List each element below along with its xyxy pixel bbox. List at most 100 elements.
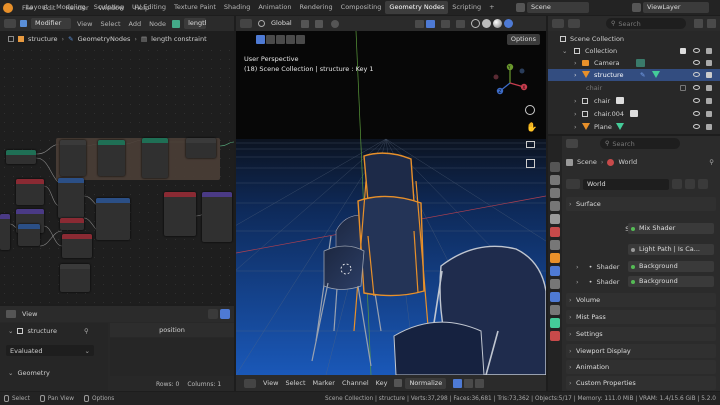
panel-mist-pass[interactable]: Mist Pass xyxy=(566,310,716,324)
camera-render-icon[interactable] xyxy=(706,72,712,78)
navigation-gizmo[interactable]: Y X Z xyxy=(490,61,530,101)
physics-tab-icon[interactable] xyxy=(550,292,560,302)
visibility-icon[interactable] xyxy=(415,19,424,28)
timeline-view-menu[interactable]: View xyxy=(263,379,278,387)
cursor-tool-icon[interactable] xyxy=(453,378,463,388)
menu-select[interactable]: Select xyxy=(98,18,122,31)
eye-icon[interactable] xyxy=(693,124,700,129)
node-mode-select[interactable]: Modifier xyxy=(31,18,71,29)
outliner-row-chair[interactable]: › chair xyxy=(548,95,720,107)
node-grey-2[interactable] xyxy=(186,138,216,158)
panel-custom-properties[interactable]: Custom Properties xyxy=(566,376,716,390)
node-editor[interactable]: Modifier View Select Add Node length str… xyxy=(0,16,234,304)
node-green-2[interactable] xyxy=(98,140,125,176)
node-group-select[interactable]: length xyxy=(184,18,207,29)
checkbox-icon[interactable] xyxy=(680,48,686,54)
pin-icon[interactable]: ⚲ xyxy=(84,327,89,335)
breadcrumb-modifier[interactable]: GeometryNodes xyxy=(78,35,131,43)
fake-user-icon[interactable] xyxy=(672,179,682,189)
outliner-row-structure[interactable]: › structure ✎ xyxy=(548,69,720,81)
scene-selector[interactable]: Scene xyxy=(527,2,589,13)
chevron-right-icon[interactable]: › xyxy=(576,263,579,271)
chevron-right-icon[interactable]: › xyxy=(574,69,577,81)
world-tab-icon[interactable] xyxy=(550,227,560,237)
timeline-key-menu[interactable]: Key xyxy=(376,379,388,387)
tab-compositing[interactable]: Compositing xyxy=(337,1,386,14)
shading-rendered-icon[interactable] xyxy=(504,19,513,28)
filter-icon[interactable] xyxy=(464,378,474,388)
node-purple-2[interactable] xyxy=(0,214,10,250)
node-canvas[interactable] xyxy=(0,46,234,304)
eye-icon[interactable] xyxy=(693,72,700,77)
tab-layout[interactable]: Layout xyxy=(22,1,52,14)
tab-sculpting[interactable]: Sculpting xyxy=(90,1,128,14)
geometry-section-label[interactable]: Geometry xyxy=(17,369,49,377)
breadcrumb-group[interactable]: length constraint xyxy=(151,35,207,43)
outliner[interactable]: ⚲ Search Scene Collection ⌄ Collection ›… xyxy=(548,16,720,134)
panel-volume[interactable]: Volume xyxy=(566,293,716,307)
editor-type-icon[interactable] xyxy=(4,19,16,28)
eye-icon[interactable] xyxy=(693,111,700,116)
pan-hand-icon[interactable]: ✋ xyxy=(526,123,537,133)
object-tab-icon[interactable] xyxy=(550,253,560,263)
eye-icon[interactable] xyxy=(693,98,700,103)
node-red-1[interactable] xyxy=(16,179,44,205)
camera-render-icon[interactable] xyxy=(706,111,712,117)
material-tab-icon[interactable] xyxy=(550,331,560,341)
select-subtract-icon[interactable] xyxy=(276,35,285,44)
tab-geometry-nodes[interactable]: Geometry Nodes xyxy=(385,1,449,14)
chevron-right-icon[interactable]: › xyxy=(574,95,577,107)
outliner-row-collection[interactable]: ⌄ Collection xyxy=(548,45,720,57)
properties-editor[interactable]: ⚲ Search Scene › World ⚲ World Surface S… xyxy=(548,136,720,391)
node-red-3[interactable] xyxy=(62,234,92,258)
options-button[interactable]: Options xyxy=(506,34,540,45)
proportional-icon[interactable] xyxy=(331,19,339,28)
tab-uv-editing[interactable]: UV Editing xyxy=(128,1,170,14)
chevron-right-icon[interactable]: › xyxy=(574,57,577,69)
select-extend-icon[interactable] xyxy=(266,35,275,44)
constraints-tab-icon[interactable] xyxy=(550,305,560,315)
factor-field[interactable]: Light Path | Is Ca... xyxy=(628,244,714,255)
normalize-toggle[interactable]: Normalize xyxy=(405,377,447,389)
shading-material-icon[interactable] xyxy=(493,19,502,28)
render-tab-icon[interactable] xyxy=(550,175,560,185)
camera-render-icon[interactable] xyxy=(706,98,712,104)
eye-icon[interactable] xyxy=(693,48,700,53)
chevron-right-icon[interactable]: › xyxy=(576,278,579,286)
chevron-right-icon[interactable]: › xyxy=(574,121,577,133)
modifier-tab-icon[interactable] xyxy=(550,266,560,276)
viewer-toggle-icon[interactable] xyxy=(208,309,218,319)
chevron-down-icon[interactable]: ⌄ xyxy=(8,327,13,335)
zoom-icon[interactable] xyxy=(525,105,535,115)
view-layer-tab-icon[interactable] xyxy=(550,201,560,211)
menu-view[interactable]: View xyxy=(75,18,94,31)
shading-solid-icon[interactable] xyxy=(482,19,491,28)
camera-render-icon[interactable] xyxy=(706,124,712,130)
overlay-toggle-icon[interactable] xyxy=(441,19,450,28)
chevron-down-icon[interactable]: ⌄ xyxy=(562,45,567,57)
view-layer-selector[interactable]: ViewLayer xyxy=(643,2,709,13)
evaluation-mode-select[interactable]: Evaluated ⌄ xyxy=(6,345,94,356)
tab-texture-paint[interactable]: Texture Paint xyxy=(170,1,220,14)
particles-tab-icon[interactable] xyxy=(550,279,560,289)
menu-node[interactable]: Node xyxy=(147,18,168,31)
duplicate-icon[interactable] xyxy=(685,179,695,189)
xray-toggle-icon[interactable] xyxy=(456,19,465,28)
properties-editor-icon[interactable] xyxy=(566,139,578,148)
filter-icon[interactable] xyxy=(220,309,230,319)
menu-add[interactable]: Add xyxy=(127,18,144,31)
outliner-row-chair-004[interactable]: › chair.004 xyxy=(548,108,720,120)
panel-viewport-display[interactable]: Viewport Display xyxy=(566,344,716,358)
display-mode-icon[interactable] xyxy=(568,19,580,28)
shading-wireframe-icon[interactable] xyxy=(471,19,480,28)
node-green-1[interactable] xyxy=(6,150,36,164)
node-blue-1[interactable] xyxy=(58,178,84,218)
breadcrumb-object[interactable]: structure xyxy=(28,35,58,43)
outliner-row-scene-collection[interactable]: Scene Collection xyxy=(548,33,720,45)
outliner-search[interactable]: ⚲ Search xyxy=(606,18,686,29)
node-purple-3[interactable] xyxy=(202,192,232,242)
blender-logo-icon[interactable] xyxy=(3,2,13,13)
shader2-field[interactable]: Background xyxy=(628,276,714,287)
select-intersect-icon[interactable] xyxy=(296,35,305,44)
collection-tab-icon[interactable] xyxy=(550,240,560,250)
